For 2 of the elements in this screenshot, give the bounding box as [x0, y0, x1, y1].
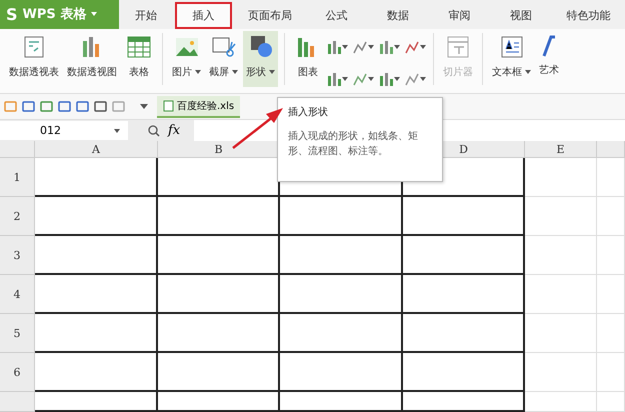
cell-reference: 012 — [40, 124, 61, 137]
tooltip-title: 插入形状 — [288, 106, 329, 119]
